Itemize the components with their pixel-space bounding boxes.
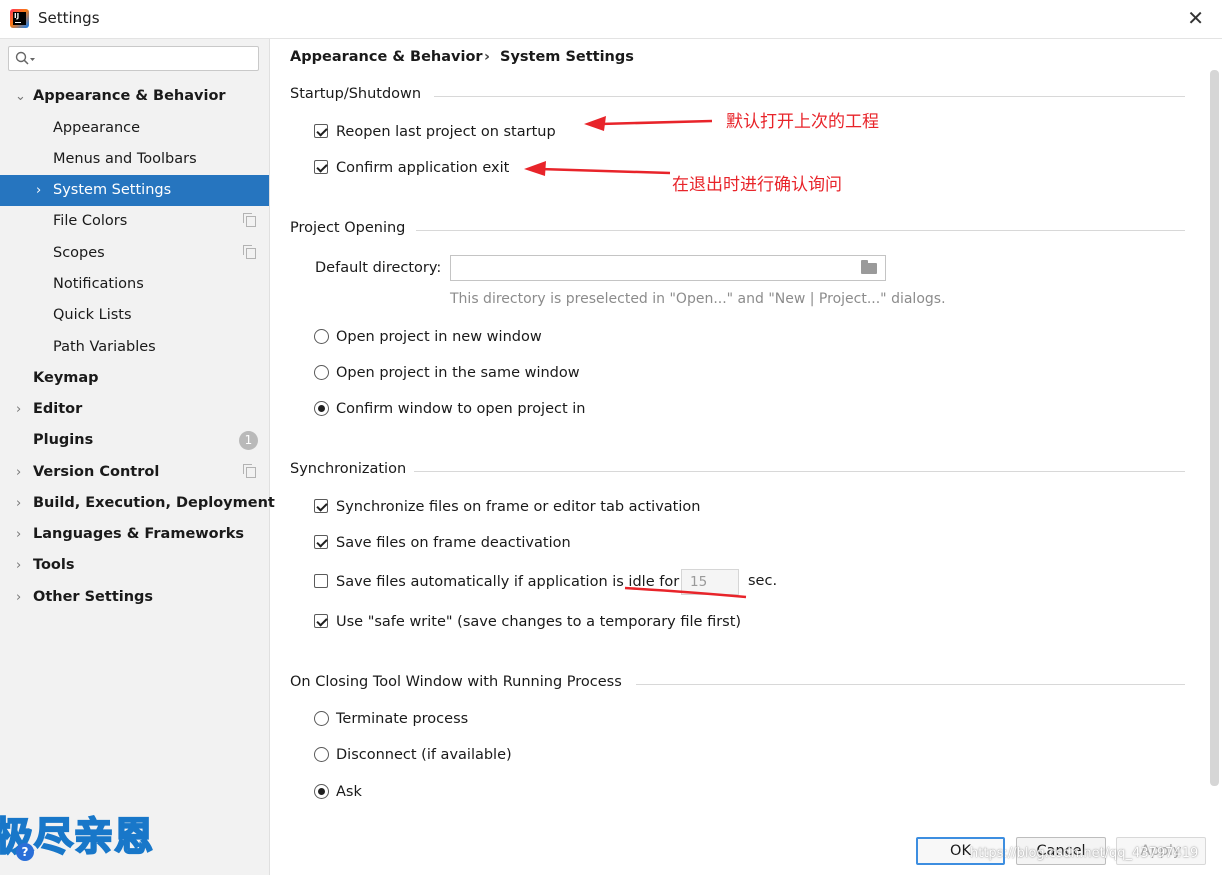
plugins-update-badge: 1 (239, 431, 258, 450)
folder-icon[interactable] (861, 260, 877, 274)
search-input[interactable] (8, 46, 259, 71)
project-scope-icon (243, 213, 256, 227)
chevron-right-icon: › (36, 183, 42, 198)
project-scope-icon (243, 464, 256, 478)
window-title: Settings (38, 9, 100, 27)
chevron-right-icon: › (16, 402, 22, 417)
sidebar-item-build-execution-deployment[interactable]: › Build, Execution, Deployment (0, 488, 275, 519)
vertical-scrollbar[interactable] (1210, 70, 1219, 786)
breadcrumb-separator-icon: › (484, 49, 490, 65)
checkbox-checked[interactable] (314, 614, 328, 628)
section-closing-title: On Closing Tool Window with Running Proc… (290, 674, 622, 690)
default-directory-label: Default directory: (315, 260, 442, 276)
settings-main-panel: Appearance & Behavior › System Settings … (270, 39, 1222, 823)
sidebar-item-path-variables[interactable]: Path Variables (0, 332, 269, 363)
intellij-app-icon: IJ (10, 9, 29, 28)
default-directory-input[interactable] (450, 255, 886, 281)
breadcrumb-parent[interactable]: Appearance & Behavior (290, 49, 483, 65)
radio-unselected[interactable] (314, 711, 329, 726)
sidebar-item-scopes[interactable]: Scopes (0, 238, 269, 269)
sidebar-item-editor[interactable]: › Editor (0, 394, 269, 425)
chevron-right-icon: › (16, 496, 22, 511)
annotation-reopen-note: 默认打开上次的工程 (726, 112, 879, 132)
chevron-right-icon: › (16, 590, 22, 605)
csdn-watermark: https://blog.csdn.net/qq_43797419 (970, 846, 1199, 861)
section-divider (416, 230, 1185, 231)
radio-unselected[interactable] (314, 329, 329, 344)
annotation-exit-note: 在退出时进行确认询问 (672, 175, 842, 195)
sidebar-item-keymap[interactable]: Keymap (0, 363, 269, 394)
sidebar-item-notifications[interactable]: Notifications (0, 269, 269, 300)
idle-seconds-unit: sec. (748, 573, 778, 589)
sidebar-item-quick-lists[interactable]: Quick Lists (0, 300, 269, 331)
chevron-right-icon: › (16, 527, 22, 542)
help-icon[interactable]: ? (16, 843, 34, 861)
section-project-opening-title: Project Opening (290, 220, 406, 236)
chevron-right-icon: › (16, 465, 22, 480)
default-directory-hint: This directory is preselected in "Open..… (450, 291, 946, 307)
title-bar: IJ Settings ✕ (0, 0, 1222, 39)
sidebar-item-version-control[interactable]: › Version Control (0, 457, 269, 488)
radio-selected[interactable] (314, 401, 329, 416)
radio-unselected[interactable] (314, 747, 329, 762)
chevron-down-icon: ⌄ (15, 89, 26, 104)
sidebar-item-tools[interactable]: › Tools (0, 550, 269, 581)
checkbox-checked[interactable] (314, 124, 328, 138)
idle-seconds-input[interactable]: 15 (681, 569, 739, 595)
sidebar-item-system-settings[interactable]: › System Settings (0, 175, 269, 206)
checkbox-unchecked[interactable] (314, 574, 328, 588)
sidebar-item-plugins[interactable]: Plugins 1 (0, 425, 269, 456)
checkbox-checked[interactable] (314, 499, 328, 513)
close-icon[interactable]: ✕ (1187, 6, 1204, 30)
section-synchronization-title: Synchronization (290, 461, 407, 477)
sidebar-item-menus-toolbars[interactable]: Menus and Toolbars (0, 144, 269, 175)
settings-sidebar: ⌄ Appearance & Behavior Appearance Menus… (0, 39, 275, 875)
section-startup-title: Startup/Shutdown (290, 86, 422, 102)
breadcrumb-current: System Settings (500, 49, 634, 65)
checkbox-checked[interactable] (314, 160, 328, 174)
section-divider (636, 684, 1185, 685)
sidebar-item-file-colors[interactable]: File Colors (0, 206, 269, 237)
sidebar-item-other-settings[interactable]: › Other Settings (0, 582, 269, 613)
project-scope-icon (243, 245, 256, 259)
section-divider (414, 471, 1185, 472)
sidebar-item-languages-frameworks[interactable]: › Languages & Frameworks (0, 519, 269, 550)
sidebar-item-appearance[interactable]: Appearance (0, 113, 269, 144)
radio-selected[interactable] (314, 784, 329, 799)
search-icon (15, 51, 35, 65)
checkbox-checked[interactable] (314, 535, 328, 549)
section-divider (434, 96, 1185, 97)
radio-unselected[interactable] (314, 365, 329, 380)
sidebar-item-appearance-behavior[interactable]: ⌄ Appearance & Behavior (0, 81, 269, 112)
chevron-right-icon: › (16, 558, 22, 573)
